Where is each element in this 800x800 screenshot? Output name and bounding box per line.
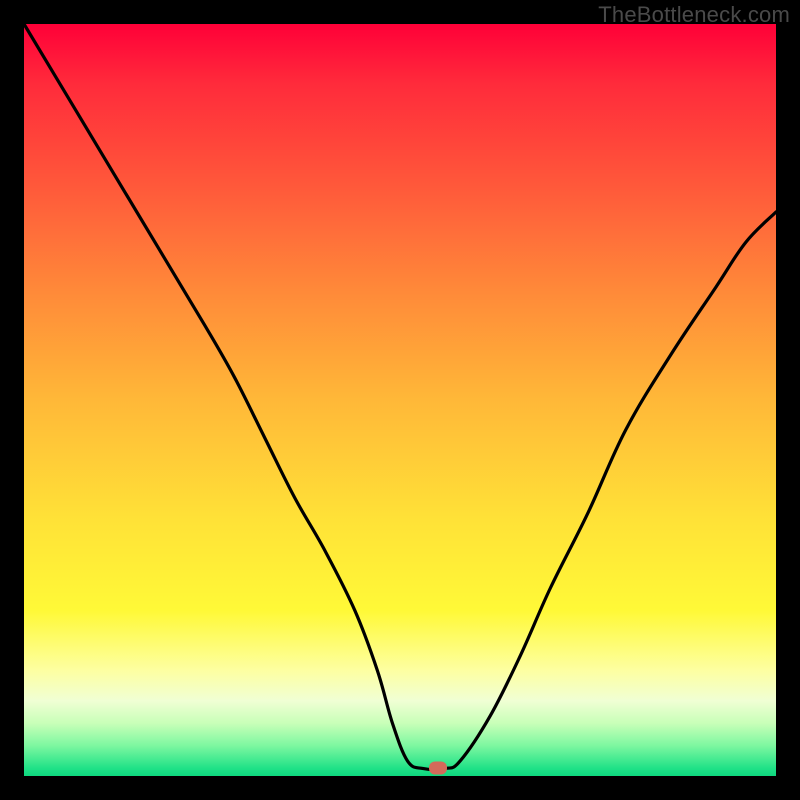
plot-area (24, 24, 776, 776)
bottleneck-curve (24, 24, 776, 769)
min-marker (429, 762, 447, 775)
curve-svg (24, 24, 776, 776)
outer-frame: TheBottleneck.com (0, 0, 800, 800)
